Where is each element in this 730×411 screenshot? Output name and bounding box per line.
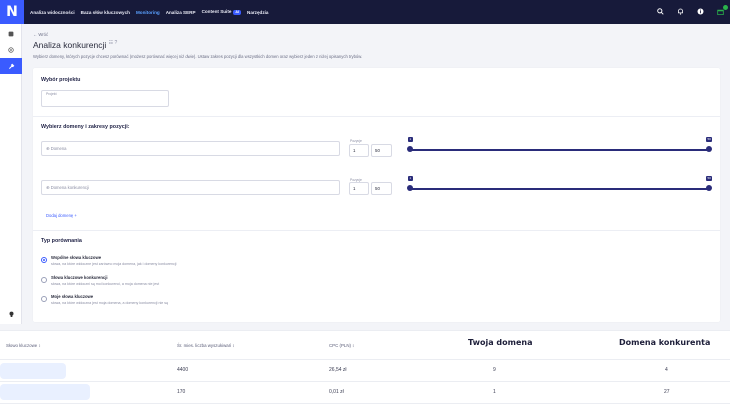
nav-visibility-analysis[interactable]: Analiza widoczności [30, 10, 75, 15]
slider-min-tag: 1 [408, 176, 413, 181]
back-link[interactable]: ← Wróć [33, 32, 48, 37]
project-section-title: Wybór projektu [41, 77, 81, 83]
bulb-icon[interactable] [0, 311, 22, 320]
position-to-input[interactable]: 50 [371, 144, 392, 157]
cell-volume: 170 [177, 389, 186, 395]
domain-input-placeholder: ⊕ Domena [46, 146, 67, 151]
slider-min-handle[interactable] [407, 146, 413, 152]
project-select[interactable]: Projekt [41, 90, 169, 107]
app-logo[interactable]: N [0, 0, 24, 24]
page-description: Wybierz domeny, których pozycje chcesz p… [33, 54, 363, 59]
redacted-keyword [0, 384, 90, 400]
radio-competitor-keywords[interactable] [41, 277, 47, 283]
position-range-slider[interactable] [410, 188, 710, 190]
option-competitor-keywords-title: Słowa kluczowe konkurencji [51, 275, 108, 280]
domains-section-title: Wybierz domeny i zakresy pozycji: [41, 124, 130, 130]
cell-competitor-position: 4 [665, 367, 668, 373]
col-header-keyword[interactable]: Słowo kluczowe ↕ [6, 343, 41, 348]
comparison-section-title: Typ porównania [41, 238, 82, 244]
slider-min-tag: 1 [408, 137, 413, 142]
positions-label: Pozycje [350, 139, 362, 143]
slider-max-handle[interactable] [706, 185, 712, 191]
nav-tools[interactable]: Narzędzia [247, 10, 268, 15]
option-competitor-keywords-desc: słowa, na które widoczni są moi konkuren… [51, 282, 160, 286]
radio-common-keywords[interactable] [41, 257, 47, 263]
option-my-keywords-title: Moje słowa kluczowe [51, 294, 94, 299]
competitor-domain-input[interactable]: ⊕ Domena konkurencji [41, 180, 340, 195]
slider-max-tag: 50 [706, 176, 713, 181]
radio-my-keywords[interactable] [41, 296, 47, 302]
search-icon[interactable] [656, 8, 664, 16]
gift-icon[interactable] [716, 5, 728, 16]
main-nav: Analiza widoczności Baza słów kluczowych… [30, 9, 274, 15]
cell-cpc: 26,54 zł [329, 367, 347, 373]
table-top-line [0, 330, 730, 331]
slider-max-handle[interactable] [706, 146, 712, 152]
bell-icon[interactable] [676, 8, 684, 16]
option-my-keywords-desc: słowa, na które widoczna jest moja domen… [51, 301, 169, 305]
nav-serp-analysis[interactable]: Analiza SERP [166, 10, 196, 15]
cell-my-position: 1 [493, 389, 496, 395]
table-header-line [0, 359, 730, 360]
col-header-volume[interactable]: Śr. mies. liczba wyszukiwań ↕ [177, 343, 235, 348]
position-to-input[interactable]: 50 [371, 182, 392, 195]
page-title: Analiza konkurencji ☷ ? [33, 40, 117, 50]
left-sidebar [0, 24, 22, 324]
cell-cpc: 0,01 zł [329, 389, 344, 395]
table-row-line [0, 381, 730, 382]
position-from-input[interactable]: 1 [349, 144, 369, 157]
domain-placeholder-text: Domena [50, 146, 67, 151]
col-header-cpc[interactable]: CPC (PLN) ↕ [329, 343, 354, 348]
page-title-text: Analiza konkurencji [33, 40, 107, 50]
cell-competitor-position: 27 [664, 389, 670, 395]
results-table: Słowo kluczowe ↕ Śr. mies. liczba wyszuk… [0, 330, 730, 411]
col-header-my-domain: Twoja domena [468, 338, 533, 347]
dashboard-icon[interactable] [0, 26, 22, 42]
nav-content-suite-label: Content Suite [201, 9, 232, 15]
info-icon[interactable] [696, 8, 704, 16]
option-common-keywords-title: Wspólne słowa kluczowe [51, 255, 102, 260]
position-range-slider[interactable] [410, 149, 710, 151]
table-row-line [0, 403, 730, 404]
top-icons [656, 0, 728, 24]
project-field-label: Projekt [46, 92, 57, 96]
competitor-input-placeholder: ⊕ Domena konkurencji [46, 185, 89, 190]
divider [33, 230, 720, 231]
position-from-input[interactable]: 1 [349, 182, 369, 195]
top-navigation-bar: N Analiza widoczności Baza słów kluczowy… [0, 0, 730, 24]
domain-input[interactable]: ⊕ Domena [41, 141, 340, 156]
target-icon[interactable] [0, 42, 22, 58]
notification-dot [723, 5, 728, 10]
nav-monitoring[interactable]: Monitoring [136, 10, 160, 15]
cell-volume: 4400 [177, 367, 189, 373]
nav-content-suite[interactable]: Content Suite AI [201, 9, 242, 15]
option-common-keywords-desc: słowa, na które widoczne jest zarówno mo… [51, 262, 177, 266]
title-help-icons[interactable]: ☷ ? [109, 40, 118, 46]
tools-icon[interactable] [0, 58, 22, 74]
ai-badge: AI [233, 9, 242, 15]
divider [33, 116, 720, 117]
add-domain-link[interactable]: Dodaj domenę + [46, 213, 77, 218]
slider-min-handle[interactable] [407, 185, 413, 191]
competitor-placeholder-text: Domena konkurencji [50, 185, 89, 190]
cell-my-position: 9 [493, 367, 496, 373]
comparison-form-card: Wybór projektu Projekt Wybierz domeny i … [33, 68, 720, 322]
slider-max-tag: 50 [706, 137, 713, 142]
nav-keyword-database[interactable]: Baza słów kluczowych [81, 10, 130, 15]
col-header-competitor: Domena konkurenta [619, 338, 711, 347]
redacted-keyword [0, 363, 66, 379]
